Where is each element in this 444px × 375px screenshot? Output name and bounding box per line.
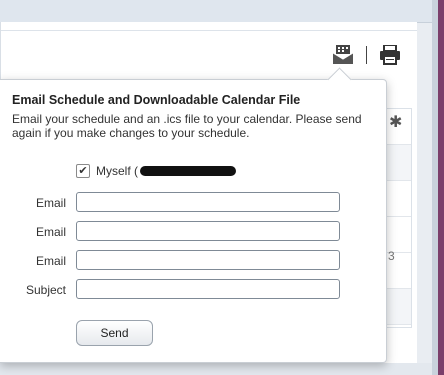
table-cell-value: 3 [388,249,395,263]
subject-field[interactable] [76,279,340,299]
toolbar [330,42,403,68]
email-field-3[interactable] [76,250,340,270]
table-row [385,217,411,253]
email-label-2: Email [35,225,66,239]
toolbar-separator [366,46,367,64]
email-label-3: Email [35,254,66,268]
printer-icon[interactable] [377,42,403,68]
redacted-email [140,166,236,176]
accent-edge [438,0,444,375]
window-right-edge [432,0,444,375]
myself-option[interactable]: ✔ Myself ( [76,164,236,178]
email-label-1: Email [35,196,66,210]
schedule-table [384,108,412,328]
popover-title: Email Schedule and Downloadable Calendar… [12,93,301,107]
myself-checkbox[interactable]: ✔ [76,164,90,178]
myself-label: Myself ( [96,164,138,178]
table-row [385,181,411,217]
popover-description: Email your schedule and an .ics file to … [12,112,362,140]
email-calendar-icon[interactable] [330,42,356,68]
top-strip [0,0,432,23]
panel-divider [1,30,417,31]
table-row [385,145,411,181]
email-schedule-popover: Email Schedule and Downloadable Calendar… [0,67,387,363]
gear-icon[interactable]: ✱ [389,112,402,132]
email-field-1[interactable] [76,192,340,212]
send-button[interactable]: Send [76,320,153,346]
subject-label: Subject [25,283,66,297]
email-field-2[interactable] [76,221,340,241]
table-row [385,289,411,325]
bottom-strip [0,363,432,375]
